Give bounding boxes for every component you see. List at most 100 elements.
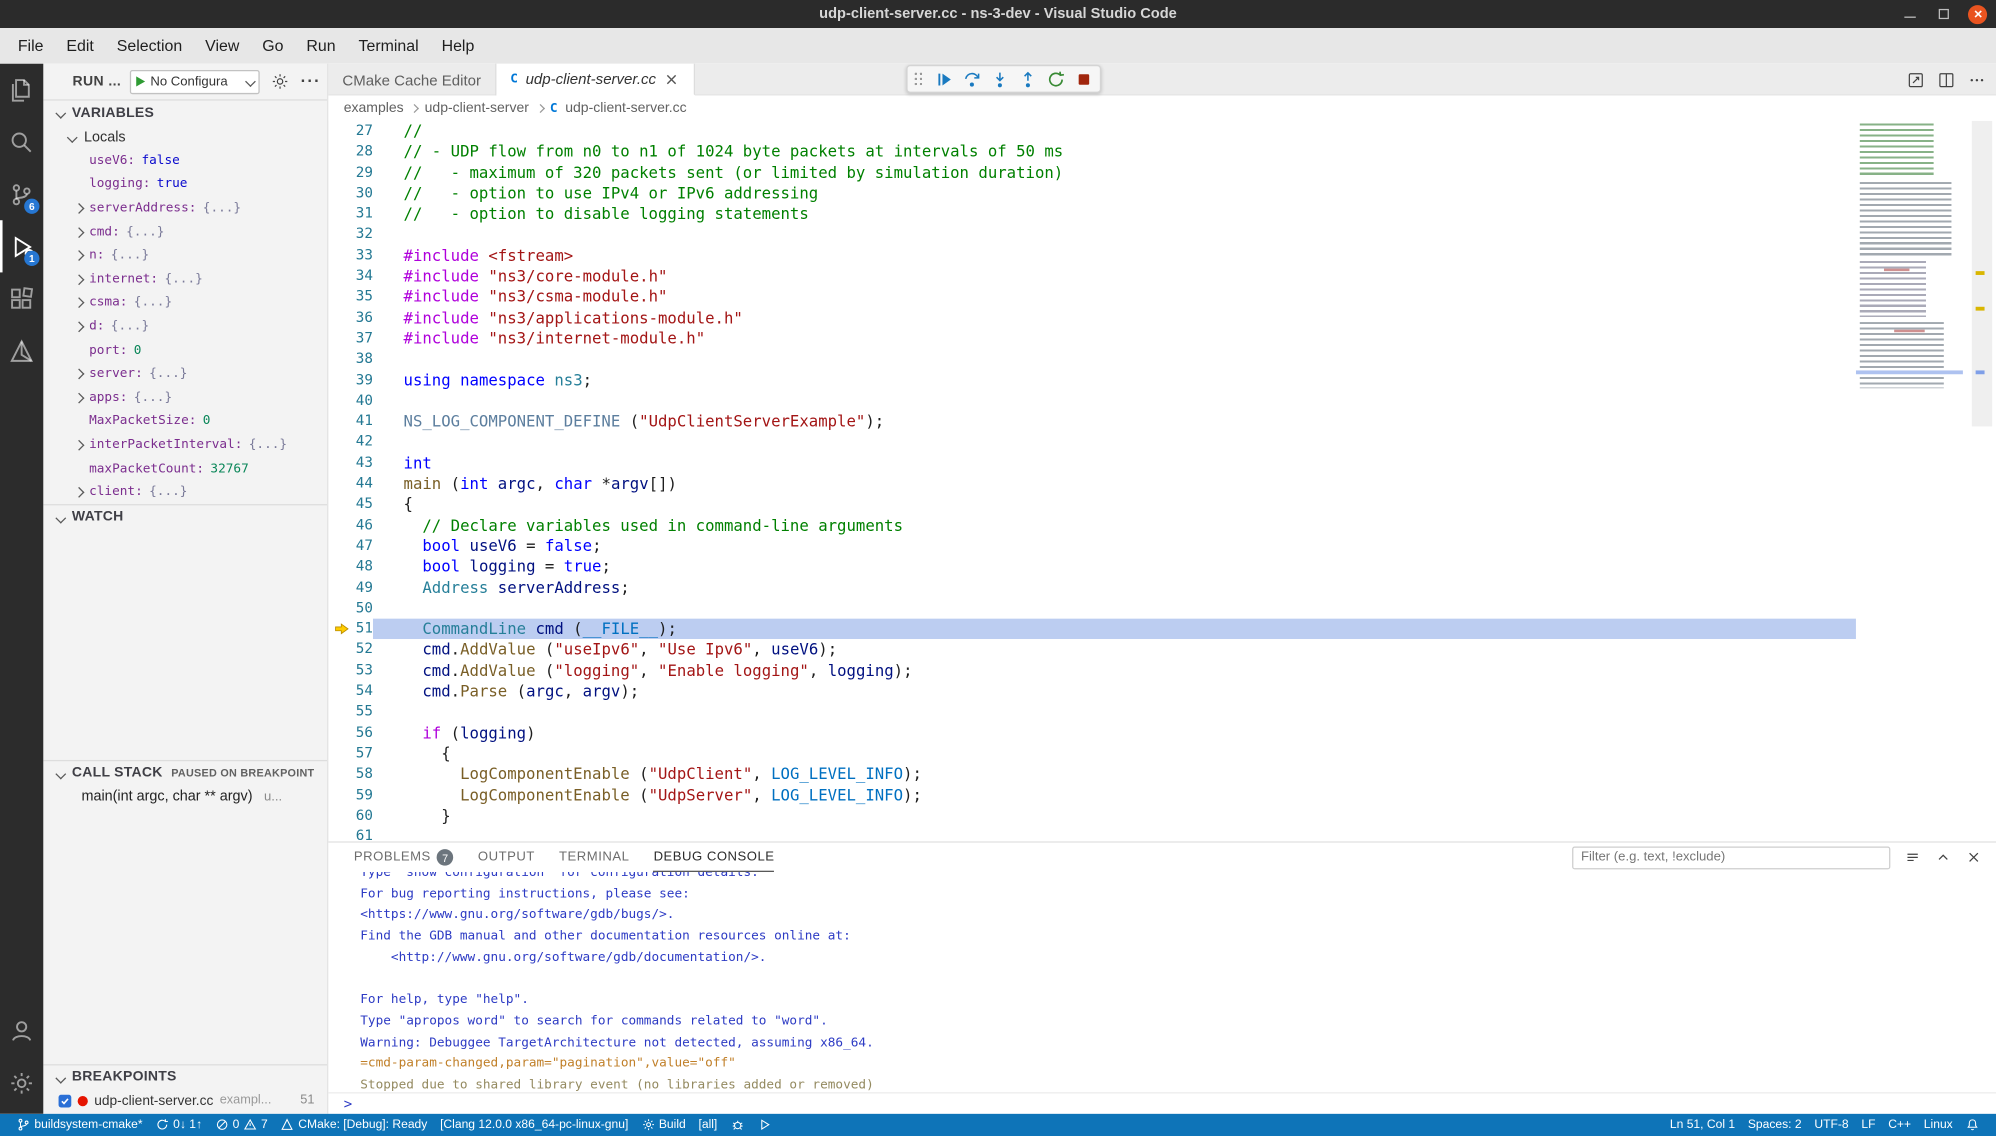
code-line-49[interactable]: 49 Address serverAddress; — [328, 577, 1856, 598]
menu-terminal[interactable]: Terminal — [347, 28, 430, 64]
cmake-target[interactable]: [all] — [692, 1118, 724, 1132]
variable-row[interactable]: MaxPacketSize:0 — [43, 409, 327, 433]
code-line-58[interactable]: 58 LogComponentEnable ("UdpClient", LOG_… — [328, 764, 1856, 785]
watch-section-header[interactable]: WATCH — [43, 504, 327, 529]
maximize-button[interactable] — [1934, 4, 1954, 24]
manage-button[interactable] — [0, 1057, 43, 1109]
code-line-30[interactable]: 30// - option to use IPv4 or IPv6 addres… — [328, 183, 1856, 204]
variable-row[interactable]: d:{...} — [43, 315, 327, 339]
code-line-56[interactable]: 56 if (logging) — [328, 723, 1856, 744]
tab-problems[interactable]: PROBLEMS 7 — [354, 843, 454, 872]
tab-debug-console[interactable]: DEBUG CONSOLE — [654, 843, 775, 872]
cmake-build-button[interactable]: Build — [635, 1118, 692, 1132]
eol-status[interactable]: LF — [1855, 1118, 1882, 1132]
menu-selection[interactable]: Selection — [105, 28, 193, 64]
tab-terminal[interactable]: TERMINAL — [559, 843, 629, 872]
code-line-27[interactable]: 27// — [328, 121, 1856, 142]
call-stack-section-header[interactable]: CALL STACK PAUSED ON BREAKPOINT — [43, 760, 327, 785]
code-line-40[interactable]: 40 — [328, 391, 1856, 412]
sidebar-item-explorer[interactable] — [0, 64, 43, 116]
cpp-configuration-status[interactable]: Linux — [1917, 1118, 1959, 1132]
sidebar-item-source-control[interactable]: 6 — [0, 168, 43, 220]
code-line-45[interactable]: 45{ — [328, 494, 1856, 515]
code-line-43[interactable]: 43int — [328, 453, 1856, 474]
views-more-actions-icon[interactable]: ··· — [301, 75, 321, 88]
cmake-kit[interactable]: [Clang 12.0.0 x86_64-pc-linux-gnu] — [434, 1118, 635, 1132]
code-line-61[interactable]: 61 — [328, 826, 1856, 841]
step-into-button[interactable] — [990, 69, 1009, 88]
variable-row[interactable]: interPacketInterval:{...} — [43, 433, 327, 457]
breadcrumb-file[interactable]: udp-client-server.cc — [565, 101, 686, 116]
sidebar-item-run-and-debug[interactable]: 1 — [0, 220, 43, 272]
cursor-position-status[interactable]: Ln 51, Col 1 — [1664, 1118, 1742, 1132]
console-options-icon[interactable] — [1904, 849, 1921, 866]
git-sync-status[interactable]: 0↓ 1↑ — [149, 1118, 208, 1132]
step-out-button[interactable] — [1018, 69, 1037, 88]
variable-row[interactable]: useV6:false — [43, 149, 327, 173]
code-line-54[interactable]: 54 cmd.Parse (argc, argv); — [328, 681, 1856, 702]
variable-row[interactable]: cmd:{...} — [43, 220, 327, 244]
code-line-42[interactable]: 42 — [328, 432, 1856, 453]
variable-row[interactable]: client:{...} — [43, 480, 327, 504]
code-line-38[interactable]: 38 — [328, 349, 1856, 370]
git-branch-status[interactable]: buildsystem-cmake* — [10, 1118, 149, 1132]
code-line-53[interactable]: 53 cmd.AddValue ("logging", "Enable logg… — [328, 660, 1856, 681]
variable-row[interactable]: maxPacketCount:32767 — [43, 457, 327, 481]
code-line-47[interactable]: 47 bool useV6 = false; — [328, 536, 1856, 557]
sidebar-item-search[interactable] — [0, 116, 43, 168]
breakpoints-section-header[interactable]: BREAKPOINTS — [43, 1064, 327, 1089]
maximize-panel-icon[interactable] — [1935, 849, 1952, 866]
code-line-29[interactable]: 29// - maximum of 320 packets sent (or l… — [328, 162, 1856, 183]
code-line-28[interactable]: 28// - UDP flow from n0 to n1 of 1024 by… — [328, 142, 1856, 163]
code-line-50[interactable]: 50 — [328, 598, 1856, 619]
console-filter-input[interactable] — [1572, 846, 1890, 869]
debug-config-dropdown[interactable]: No Configura — [130, 69, 260, 93]
variable-row[interactable]: n:{...} — [43, 244, 327, 268]
cmake-launch-button[interactable] — [750, 1118, 777, 1132]
encoding-status[interactable]: UTF-8 — [1808, 1118, 1855, 1132]
toolbar-drag-handle[interactable] — [914, 73, 923, 86]
locals-scope-row[interactable]: Locals — [43, 125, 327, 149]
breadcrumb-folder[interactable]: examples — [344, 101, 404, 116]
code-line-44[interactable]: 44main (int argc, char *argv[]) — [328, 474, 1856, 495]
menu-view[interactable]: View — [194, 28, 251, 64]
code-line-32[interactable]: 32 — [328, 225, 1856, 246]
breadcrumb-folder[interactable]: udp-client-server — [425, 101, 529, 116]
menu-file[interactable]: File — [6, 28, 55, 64]
code-line-59[interactable]: 59 LogComponentEnable ("UdpServer", LOG_… — [328, 785, 1856, 806]
tab-output[interactable]: OUTPUT — [478, 843, 535, 872]
breakpoint-row[interactable]: udp-client-server.cc exampl... 51 — [43, 1090, 327, 1113]
code-line-51[interactable]: 51 CommandLine cmd (__FILE__); — [328, 619, 1856, 640]
restart-button[interactable] — [1046, 69, 1065, 88]
language-mode-status[interactable]: C++ — [1882, 1118, 1918, 1132]
menu-go[interactable]: Go — [251, 28, 295, 64]
code-editor[interactable]: 27//28// - UDP flow from n0 to n1 of 102… — [328, 121, 1856, 841]
accounts-button[interactable] — [0, 1004, 43, 1056]
problems-status[interactable]: 0 7 — [208, 1118, 274, 1132]
close-button[interactable] — [1968, 4, 1987, 23]
code-line-46[interactable]: 46 // Declare variables used in command-… — [328, 515, 1856, 536]
code-line-39[interactable]: 39using namespace ns3; — [328, 370, 1856, 391]
code-line-52[interactable]: 52 cmd.AddValue ("useIpv6", "Use Ipv6", … — [328, 640, 1856, 661]
split-editor-icon[interactable] — [1937, 71, 1955, 89]
code-line-37[interactable]: 37#include "ns3/internet-module.h" — [328, 328, 1856, 349]
variable-row[interactable]: port:0 — [43, 338, 327, 362]
close-tab-icon[interactable] — [664, 71, 681, 88]
notifications-button[interactable] — [1959, 1118, 1986, 1132]
variable-row[interactable]: logging:true — [43, 173, 327, 197]
debug-console-input[interactable]: > — [328, 1092, 1996, 1114]
indentation-status[interactable]: Spaces: 2 — [1741, 1118, 1808, 1132]
code-line-48[interactable]: 48 bool logging = true; — [328, 557, 1856, 578]
minimize-button[interactable] — [1899, 4, 1919, 24]
code-line-55[interactable]: 55 — [328, 702, 1856, 723]
breakpoint-checkbox[interactable] — [59, 1095, 72, 1108]
menu-run[interactable]: Run — [295, 28, 347, 64]
code-line-33[interactable]: 33#include <fstream> — [328, 245, 1856, 266]
stop-button[interactable] — [1074, 69, 1093, 88]
gear-icon[interactable] — [271, 73, 289, 91]
step-over-button[interactable] — [962, 69, 981, 88]
call-stack-frame[interactable]: main(int argc, char ** argv) u... — [43, 785, 327, 809]
close-panel-icon[interactable] — [1965, 849, 1982, 866]
variable-row[interactable]: serverAddress:{...} — [43, 196, 327, 220]
code-line-57[interactable]: 57 { — [328, 743, 1856, 764]
